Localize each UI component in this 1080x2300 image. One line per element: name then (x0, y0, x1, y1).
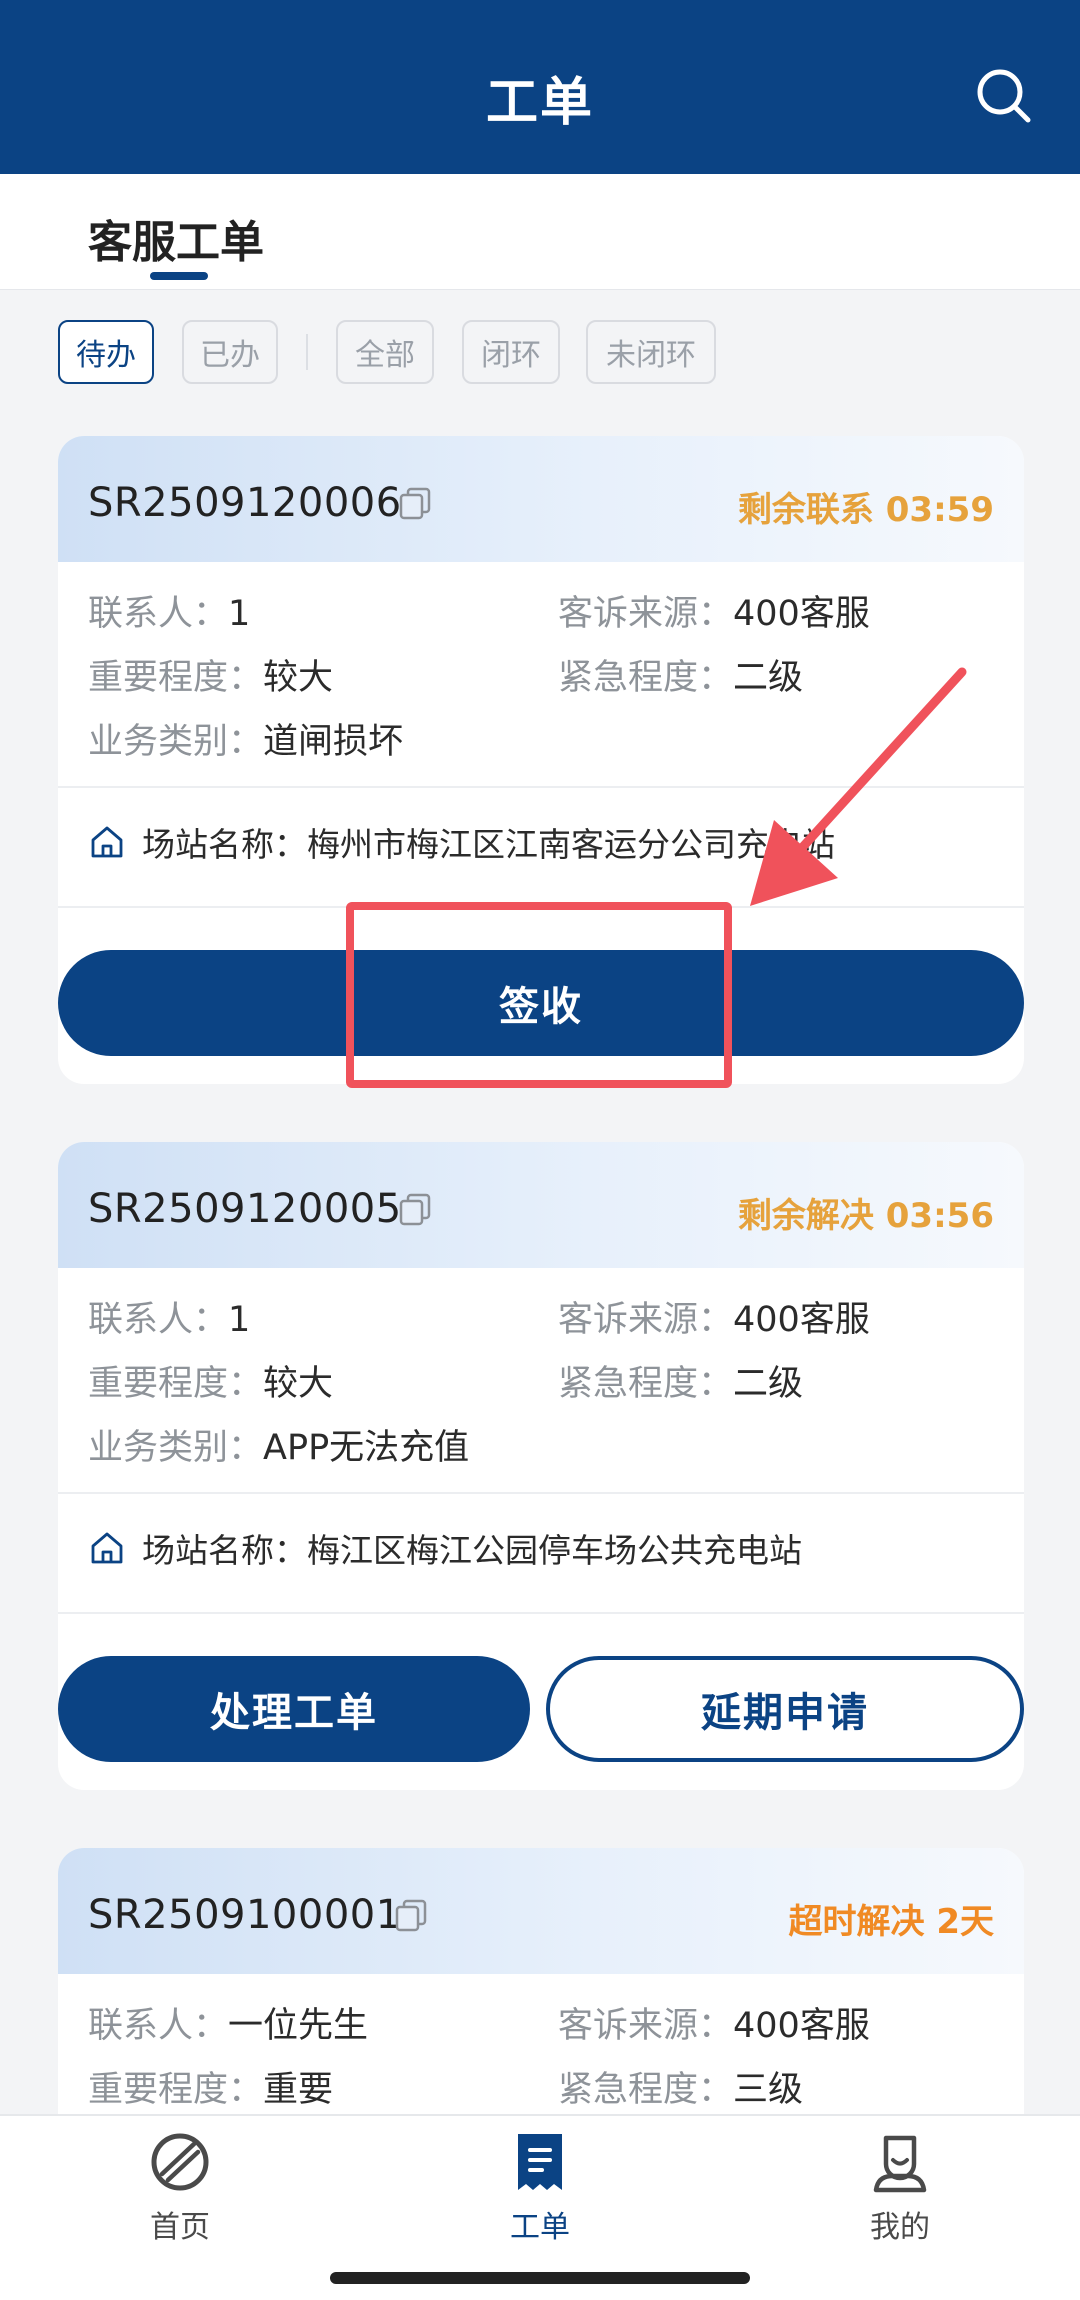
nav-home-label: 首页 (150, 2210, 210, 2245)
station-row: 场站名称： 梅江区梅江公园停车场公共充电站 (88, 1524, 802, 1572)
urgency-value: 二级 (733, 1364, 804, 1404)
urgency-label: 紧急程度： (558, 658, 734, 698)
source-label: 客诉来源： (558, 594, 734, 634)
contact-label: 联系人： (88, 1300, 229, 1340)
annotation-arrow (750, 667, 967, 906)
home-icon (91, 1532, 123, 1564)
filter-done[interactable]: 已办 (182, 320, 278, 384)
user-icon (873, 2135, 927, 2193)
document-icon (518, 2134, 562, 2190)
source-value: 400客服 (733, 594, 870, 634)
divider (58, 1612, 1024, 1614)
tab-bar: 客服工单 (0, 174, 1080, 290)
filter-pending[interactable]: 待办 (58, 320, 154, 384)
copy-icon[interactable] (394, 1898, 428, 1932)
nav-orders-label: 工单 (510, 2210, 570, 2245)
nav-orders[interactable]: 工单 (440, 2130, 640, 2246)
contact-label: 联系人： (88, 2006, 229, 2046)
urgency-value: 三级 (733, 2070, 804, 2110)
card-header: SR2509100001 超时解决 2天 (58, 1848, 1024, 1974)
category-value: APP无法充值 (263, 1428, 470, 1468)
annotation-highlight-box (346, 902, 732, 1088)
extension-request-button[interactable]: 延期申请 (546, 1656, 1024, 1762)
filter-all[interactable]: 全部 (336, 320, 434, 384)
importance-value: 较大 (263, 1364, 334, 1404)
tab-active-indicator (150, 272, 208, 280)
nav-mine-label: 我的 (870, 2210, 930, 2245)
card-header: SR2509120005 剩余解决 03:56 (58, 1142, 1024, 1268)
process-order-button[interactable]: 处理工单 (58, 1656, 530, 1762)
nav-mine[interactable]: 我的 (800, 2130, 1000, 2246)
filter-unclosed[interactable]: 未闭环 (586, 320, 716, 384)
search-icon[interactable] (974, 66, 1034, 126)
importance-label: 重要程度： (88, 658, 264, 698)
app-header: 工单 (0, 0, 1080, 174)
tab-customer-service-orders[interactable]: 客服工单 (88, 206, 264, 270)
home-icon (91, 826, 123, 858)
filter-divider (306, 334, 308, 370)
page-title: 工单 (485, 73, 594, 133)
home-indicator (330, 2272, 750, 2284)
divider (58, 1492, 1024, 1494)
remaining-time: 剩余解决 03:56 (737, 1196, 994, 1236)
nav-home[interactable]: 首页 (80, 2130, 280, 2246)
importance-label: 重要程度： (88, 1364, 264, 1404)
contact-label: 联系人： (88, 594, 229, 634)
filter-closed[interactable]: 闭环 (462, 320, 560, 384)
station-label: 场站名称： (142, 1531, 307, 1570)
copy-icon[interactable] (398, 486, 432, 520)
source-value: 400客服 (733, 2006, 870, 2046)
category-label: 业务类别： (88, 722, 264, 762)
overdue-time: 超时解决 2天 (788, 1902, 995, 1942)
remaining-time: 剩余联系 03:59 (737, 490, 994, 530)
work-order-card[interactable]: SR2509120005 剩余解决 03:56 联系人：1 客诉来源：400客服… (58, 1142, 1024, 1790)
contact-value: 1 (228, 1300, 251, 1340)
urgency-label: 紧急程度： (558, 1364, 734, 1404)
station-label: 场站名称： (142, 825, 307, 864)
order-id: SR2509120006 (88, 480, 402, 526)
category-value: 道闸损坏 (263, 722, 404, 762)
source-value: 400客服 (733, 1300, 870, 1340)
importance-value: 较大 (263, 658, 334, 698)
station-value: 梅江区梅江公园停车场公共充电站 (307, 1531, 802, 1570)
order-id: SR2509100001 (88, 1892, 402, 1938)
source-label: 客诉来源： (558, 2006, 734, 2046)
importance-value: 重要 (263, 2070, 334, 2110)
category-label: 业务类别： (88, 1428, 264, 1468)
source-label: 客诉来源： (558, 1300, 734, 1340)
urgency-label: 紧急程度： (558, 2070, 734, 2110)
contact-value: 一位先生 (228, 2006, 369, 2046)
work-order-card[interactable]: SR2509100001 超时解决 2天 联系人：一位先生 客诉来源：400客服… (58, 1848, 1024, 2114)
copy-icon[interactable] (398, 1192, 432, 1226)
card-header: SR2509120006 剩余联系 03:59 (58, 436, 1024, 562)
order-id: SR2509120005 (88, 1186, 402, 1232)
home-globe-icon (151, 2133, 209, 2191)
importance-label: 重要程度： (88, 2070, 264, 2110)
contact-value: 1 (228, 594, 251, 634)
station-row: 场站名称： 梅州市梅江区江南客运分公司充电站 (88, 818, 835, 866)
